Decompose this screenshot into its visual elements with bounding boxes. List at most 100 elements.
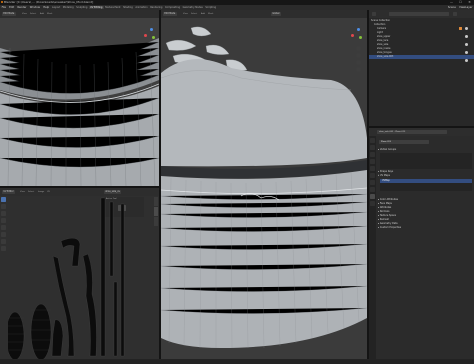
outliner-tree: Scene Collection Collection Camera Light… — [369, 19, 474, 59]
viewport-main-mode[interactable]: Edit Mode — [163, 12, 177, 16]
viewport-left-menu-select[interactable]: Select — [30, 13, 36, 15]
shoe-model — [161, 18, 367, 359]
viewport-left[interactable]: Edit Mode View Select Add Mesh User Pers… — [0, 10, 159, 186]
mesh-data-name-field[interactable]: Plane.013 — [379, 140, 429, 144]
view-layer-selector[interactable]: ViewLayer — [457, 6, 474, 9]
viewport-left-menu-add[interactable]: Add — [40, 13, 44, 15]
main-y-axis-icon[interactable] — [359, 36, 362, 39]
tool-annotate-icon[interactable] — [1, 239, 6, 244]
viewport-main[interactable]: Edit Mode View Select Add Mesh Global — [161, 10, 367, 359]
object-tab-icon[interactable] — [370, 173, 375, 178]
viewport-left-menu-mesh[interactable]: Mesh — [47, 13, 52, 15]
mesh-data-tab-icon[interactable] — [370, 194, 375, 199]
menu-render[interactable]: Render — [16, 6, 28, 9]
perspective-toggle-icon[interactable] — [356, 67, 361, 72]
viewport-left-header: Edit Mode View Select Add Mesh — [0, 10, 159, 18]
outliner-row-selected[interactable]: shoe_sole.003 — [369, 55, 474, 59]
properties-editor: shoe_sole.003 › Plane.013 Plane.013 ▸ Ve… — [369, 128, 474, 359]
render-tab-icon[interactable] — [370, 145, 375, 150]
visibility-eye-icon[interactable] — [465, 43, 468, 46]
menu-edit[interactable]: Edit — [8, 6, 16, 9]
tab-sculpting[interactable]: Sculpting — [75, 6, 89, 9]
properties-sections: ▸ Vertex Groups ▸ Shape Keys ▾ UV Maps U… — [378, 148, 474, 230]
uv-islands — [8, 197, 125, 359]
visibility-eye-icon[interactable] — [465, 35, 468, 38]
y-axis-icon[interactable] — [152, 36, 155, 39]
properties-breadcrumb: shoe_sole.003 › Plane.013 — [379, 131, 406, 133]
viewport-main-menu-view[interactable]: View — [183, 13, 188, 15]
viewport-left-menu-view[interactable]: View — [22, 13, 27, 15]
tab-texture-paint[interactable]: Texture Paint — [104, 6, 122, 9]
outliner-display-mode-icon[interactable] — [372, 12, 376, 16]
tool-tab-icon[interactable] — [370, 138, 375, 143]
outliner: Scene Collection Collection Camera Light… — [369, 10, 474, 126]
camera-view-icon[interactable] — [356, 60, 361, 65]
world-tab-icon[interactable] — [370, 166, 375, 171]
z-axis-icon[interactable] — [150, 28, 153, 31]
material-tab-icon[interactable] — [370, 201, 375, 206]
tab-modeling[interactable]: Modeling — [61, 6, 74, 9]
section-custom-properties[interactable]: ▸ Custom Properties — [378, 226, 474, 230]
scene-selector[interactable]: Scene — [446, 6, 457, 9]
section-vertex-groups[interactable]: ▸ Vertex Groups — [378, 148, 474, 152]
tab-shading[interactable]: Shading — [122, 6, 134, 9]
uv-toolbar — [1, 197, 7, 257]
x-axis-icon[interactable] — [144, 34, 147, 37]
tab-compositing[interactable]: Compositing — [164, 6, 182, 9]
constraint-tab-icon[interactable] — [370, 187, 375, 192]
vertex-groups-list[interactable] — [380, 153, 472, 169]
viewport-main-header: Edit Mode View Select Add Mesh Global — [161, 10, 367, 18]
tool-scale-icon[interactable] — [1, 225, 6, 230]
uv-editor-mode[interactable]: UV Editor — [2, 190, 16, 194]
uv-menu-uv[interactable]: UV — [47, 191, 50, 193]
viewport-main-menu-select[interactable]: Select — [191, 13, 197, 15]
tab-animation[interactable]: Animation — [134, 6, 149, 9]
uv-image-selector[interactable]: shoe_sole_uv — [104, 190, 122, 194]
blender-logo-icon — [1, 1, 3, 3]
status-bar — [0, 359, 474, 364]
pan-icon[interactable] — [356, 53, 361, 58]
viewport-left-mode[interactable]: Edit Mode — [2, 12, 16, 16]
menu-window[interactable]: Window — [28, 6, 41, 9]
tool-grab-icon[interactable] — [1, 246, 6, 251]
mesh-data-name: Plane.013 — [381, 140, 391, 143]
tool-rotate-icon[interactable] — [1, 218, 6, 223]
tab-layout[interactable]: Layout — [51, 6, 62, 9]
section-uv-maps[interactable]: ▾ UV Maps — [378, 174, 474, 178]
menu-file[interactable]: File — [0, 6, 8, 9]
uv-menu-view[interactable]: View — [20, 191, 25, 193]
uv-maps-list[interactable]: UVMap — [380, 179, 472, 191]
uv-map-item[interactable]: UVMap — [380, 179, 472, 183]
viewport-main-menu-mesh[interactable]: Mesh — [208, 13, 213, 15]
main-x-axis-icon[interactable] — [351, 34, 354, 37]
tool-move-icon[interactable] — [1, 211, 6, 216]
tool-select-icon[interactable] — [1, 197, 6, 202]
main-z-axis-icon[interactable] — [357, 28, 360, 31]
tool-cursor-icon[interactable] — [1, 204, 6, 209]
tab-rendering[interactable]: Rendering — [149, 6, 164, 9]
uv-editor[interactable]: UV Editor View Select Image UV shoe_sole… — [0, 188, 159, 359]
object-icon — [459, 27, 462, 30]
viewport-main-menu-add[interactable]: Add — [201, 13, 205, 15]
uv-menu-image[interactable]: Image — [38, 191, 44, 193]
modifier-tab-icon[interactable] — [370, 180, 375, 185]
visibility-eye-icon[interactable] — [465, 51, 468, 54]
transform-orientation[interactable]: Global — [271, 12, 281, 16]
tab-uv-editing[interactable]: UV Editing — [88, 6, 104, 9]
tab-geometry-nodes[interactable]: Geometry Nodes — [181, 6, 204, 9]
tab-scripting[interactable]: Scripting — [204, 6, 217, 9]
scene-tab-icon[interactable] — [370, 159, 375, 164]
menu-help[interactable]: Help — [42, 6, 51, 9]
main-axis-gizmo[interactable] — [351, 28, 363, 42]
filter-icon[interactable] — [453, 12, 457, 16]
visibility-eye-icon[interactable] — [465, 27, 468, 30]
outliner-search-input[interactable] — [389, 12, 449, 16]
axis-gizmo[interactable] — [144, 28, 156, 42]
properties-tabs — [369, 136, 376, 359]
output-tab-icon[interactable] — [370, 152, 375, 157]
uv-menu-select[interactable]: Select — [28, 191, 34, 193]
zoom-icon[interactable] — [356, 46, 361, 51]
visibility-eye-icon[interactable] — [465, 59, 468, 62]
tool-transform-icon[interactable] — [1, 232, 6, 237]
uv-editor-header: UV Editor View Select Image UV shoe_sole… — [0, 188, 159, 196]
